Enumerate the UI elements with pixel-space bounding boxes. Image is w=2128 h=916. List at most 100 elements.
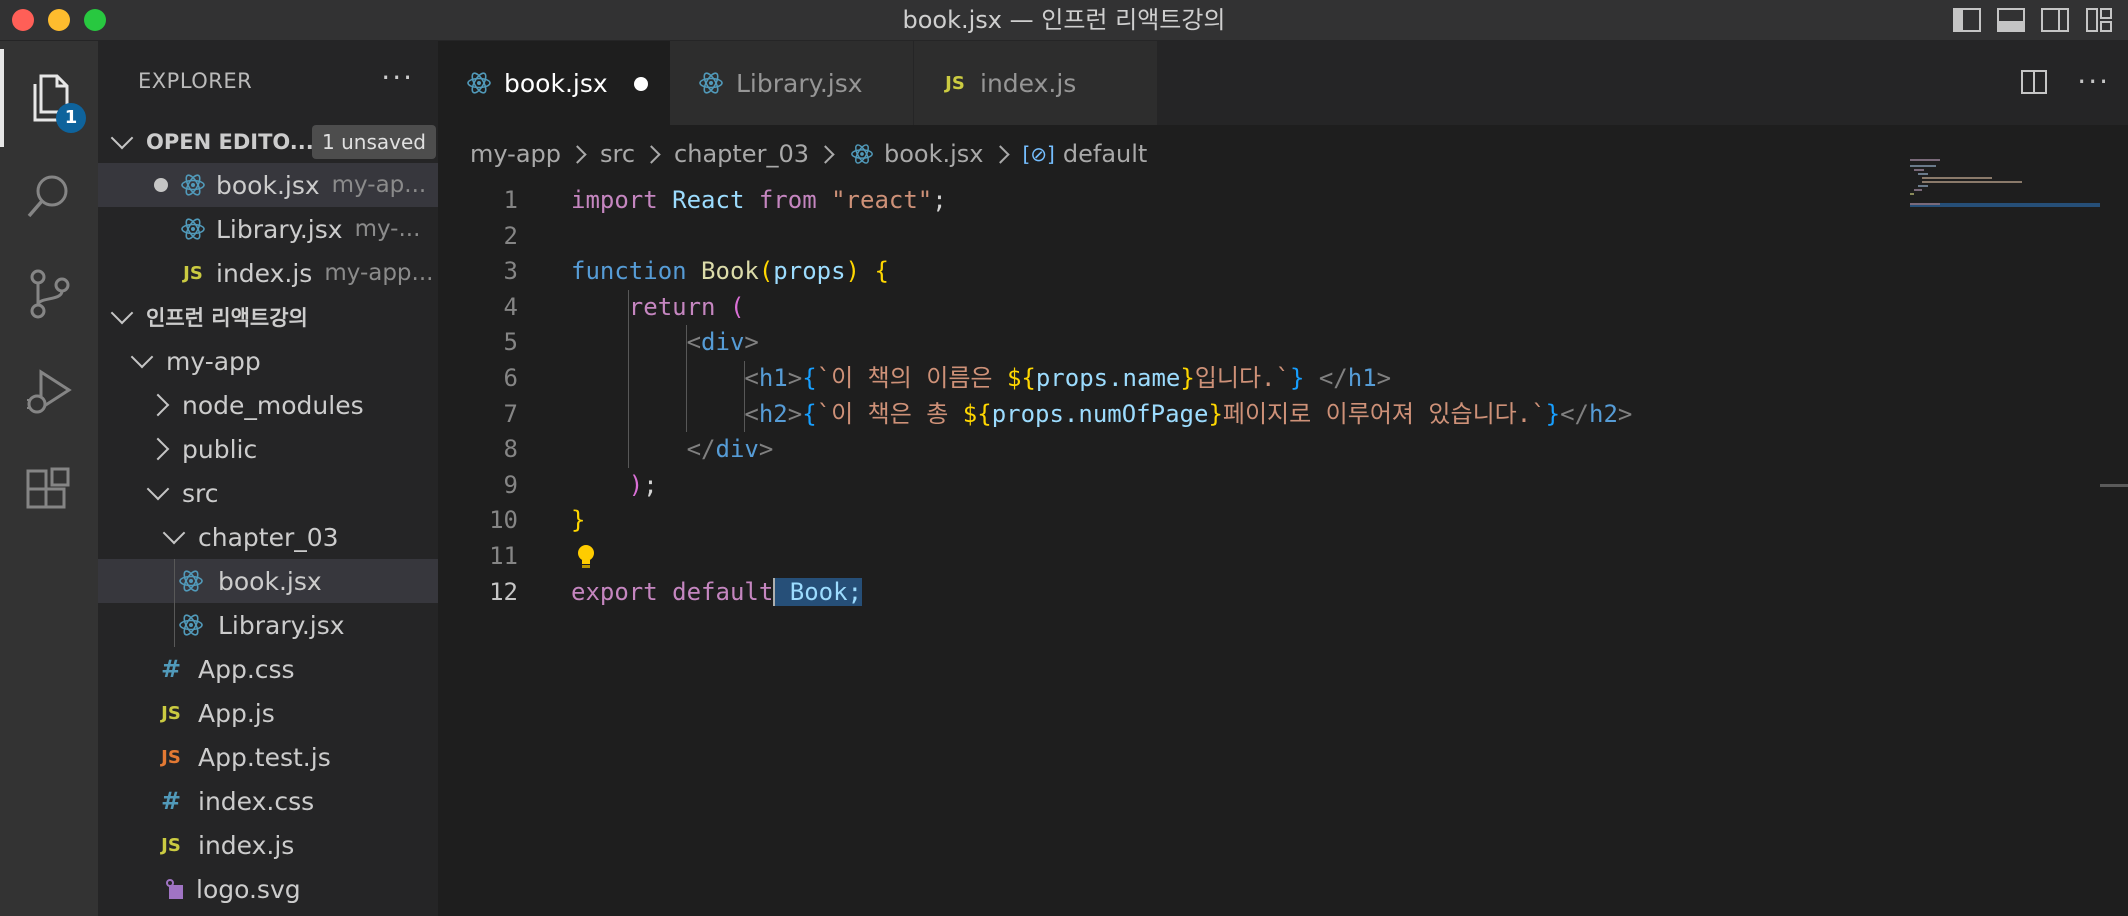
source-control-icon: [30, 269, 70, 319]
code-line: 10 }: [438, 503, 1838, 539]
svg-icon: [162, 877, 188, 901]
js-icon: JS: [161, 834, 181, 856]
file-name: App.js: [198, 698, 275, 728]
css-icon: #: [160, 787, 182, 815]
file-app-test-js[interactable]: JS App.test.js: [98, 735, 438, 779]
chevron-right-icon: [642, 144, 661, 164]
open-editor-item-book[interactable]: book.jsx my-ap...: [98, 163, 438, 207]
code-text: </div>: [686, 435, 774, 464]
file-app-js[interactable]: JS App.js: [98, 691, 438, 735]
code-line: 1 import React from "react";: [438, 183, 1838, 219]
run-debug-view-button[interactable]: [0, 343, 98, 441]
code-text: }: [571, 506, 586, 535]
test-js-icon: JS: [161, 746, 181, 768]
customize-layout-icon[interactable]: [2084, 6, 2114, 34]
js-icon: JS: [183, 262, 203, 284]
folder-name: src: [182, 478, 219, 508]
search-view-button[interactable]: [0, 147, 98, 245]
file-name: book.jsx: [218, 566, 322, 596]
tab-index-js[interactable]: JS index.js: [914, 41, 1158, 125]
code-line: 2: [438, 219, 1838, 255]
line-number: 4: [503, 292, 518, 321]
code-text: <h2>{`이 책은 총 ${props.numOfPage}페이지로 이루어져…: [744, 399, 1633, 428]
layout-controls: [1952, 6, 2114, 34]
file-name: logo.svg: [196, 874, 301, 904]
source-control-view-button[interactable]: [0, 245, 98, 343]
react-icon: [176, 216, 210, 242]
file-index-js[interactable]: JS index.js: [98, 823, 438, 867]
run-debug-icon: [27, 369, 72, 414]
explorer-sidebar: EXPLORER ··· OPEN EDITO... 1 unsaved boo…: [98, 41, 438, 916]
line-number: 6: [503, 364, 518, 392]
code-line: 11: [438, 539, 1838, 575]
toggle-primary-sidebar-icon[interactable]: [1952, 6, 1982, 34]
chevron-right-icon: [146, 437, 170, 461]
open-editor-item-library[interactable]: Library.jsx my-...: [98, 207, 438, 251]
folder-chapter-03[interactable]: chapter_03: [98, 515, 438, 559]
file-name: Library.jsx: [218, 610, 345, 640]
folder-src[interactable]: src: [98, 471, 438, 515]
line-number: 5: [503, 328, 518, 357]
folder-node-modules[interactable]: node_modules: [98, 383, 438, 427]
chevron-right-icon: [816, 144, 835, 164]
code-text: <h1>{`이 책의 이름은 ${props.name}입니다.`} </h1>: [744, 364, 1392, 392]
react-icon: [174, 568, 208, 594]
code-line: 4 return (: [438, 290, 1838, 326]
indent-guide: [744, 361, 745, 433]
explorer-title: EXPLORER: [138, 69, 253, 93]
open-editor-item-index[interactable]: JS index.js my-app...: [98, 251, 438, 295]
tab-book-jsx[interactable]: book.jsx: [438, 41, 670, 125]
react-icon: [694, 70, 728, 96]
toggle-secondary-sidebar-icon[interactable]: [2040, 6, 2070, 34]
folder-public[interactable]: public: [98, 427, 438, 471]
toggle-panel-icon[interactable]: [1996, 6, 2026, 34]
code-line: 5 <div>: [438, 325, 1838, 361]
more-actions-icon[interactable]: ···: [2077, 65, 2110, 98]
split-editor-icon[interactable]: [2019, 67, 2049, 97]
extensions-icon: [26, 467, 70, 509]
line-number: 7: [503, 399, 518, 428]
extensions-view-button[interactable]: [0, 441, 98, 539]
chevron-right-icon: [568, 144, 587, 164]
editor-group: book.jsx Library.jsx JS index.js ··· my-…: [438, 41, 2128, 916]
code-line: 7 <h2>{`이 책은 총 ${props.numOfPage}페이지로 이루…: [438, 397, 1838, 433]
symbol-variable-icon: [⊘]: [1022, 142, 1055, 166]
tab-library-jsx[interactable]: Library.jsx: [670, 41, 914, 125]
tab-label: Library.jsx: [736, 68, 863, 98]
workspace-section-header[interactable]: 인프런 리액트강의: [98, 295, 438, 339]
open-editors-section-header[interactable]: OPEN EDITO... 1 unsaved: [98, 120, 438, 164]
file-app-css[interactable]: # App.css: [98, 647, 438, 691]
file-book-jsx[interactable]: book.jsx: [98, 559, 438, 603]
breadcrumb-item[interactable]: src: [600, 140, 635, 168]
tab-bar: book.jsx Library.jsx JS index.js ···: [438, 41, 2128, 125]
breadcrumb-item[interactable]: default: [1063, 140, 1147, 168]
editor-actions: ···: [2019, 65, 2110, 98]
react-icon: [848, 142, 876, 166]
folder-name: public: [182, 434, 258, 464]
file-index-css[interactable]: # index.css: [98, 779, 438, 823]
line-number: 11: [489, 542, 518, 570]
explorer-badge: 1: [56, 103, 86, 133]
code-text: export default Book;: [571, 577, 863, 606]
folder-name: chapter_03: [198, 522, 339, 552]
open-editor-path: my-app...: [324, 260, 434, 286]
file-name: index.js: [198, 830, 295, 860]
unsaved-dot-icon[interactable]: [634, 77, 648, 91]
lightbulb-icon[interactable]: [576, 543, 596, 577]
breadcrumb-item[interactable]: my-app: [470, 140, 561, 168]
file-library-jsx[interactable]: Library.jsx: [98, 603, 438, 647]
explorer-more-actions-button[interactable]: ···: [381, 61, 414, 94]
line-number: 12: [489, 577, 518, 606]
breadcrumb-item[interactable]: book.jsx: [884, 140, 984, 168]
folder-my-app[interactable]: my-app: [98, 339, 438, 383]
minimap[interactable]: [1910, 159, 2100, 259]
file-logo-svg[interactable]: logo.svg: [98, 867, 438, 911]
explorer-view-button[interactable]: 1: [0, 49, 98, 147]
chevron-down-icon: [110, 126, 134, 150]
chevron-down-icon: [162, 521, 186, 545]
open-editors-label: OPEN EDITO...: [146, 130, 314, 154]
breadcrumb-item[interactable]: chapter_03: [674, 140, 809, 168]
indent-guide: [686, 325, 687, 433]
open-editor-name: Library.jsx: [216, 214, 343, 244]
js-icon: JS: [945, 72, 965, 94]
